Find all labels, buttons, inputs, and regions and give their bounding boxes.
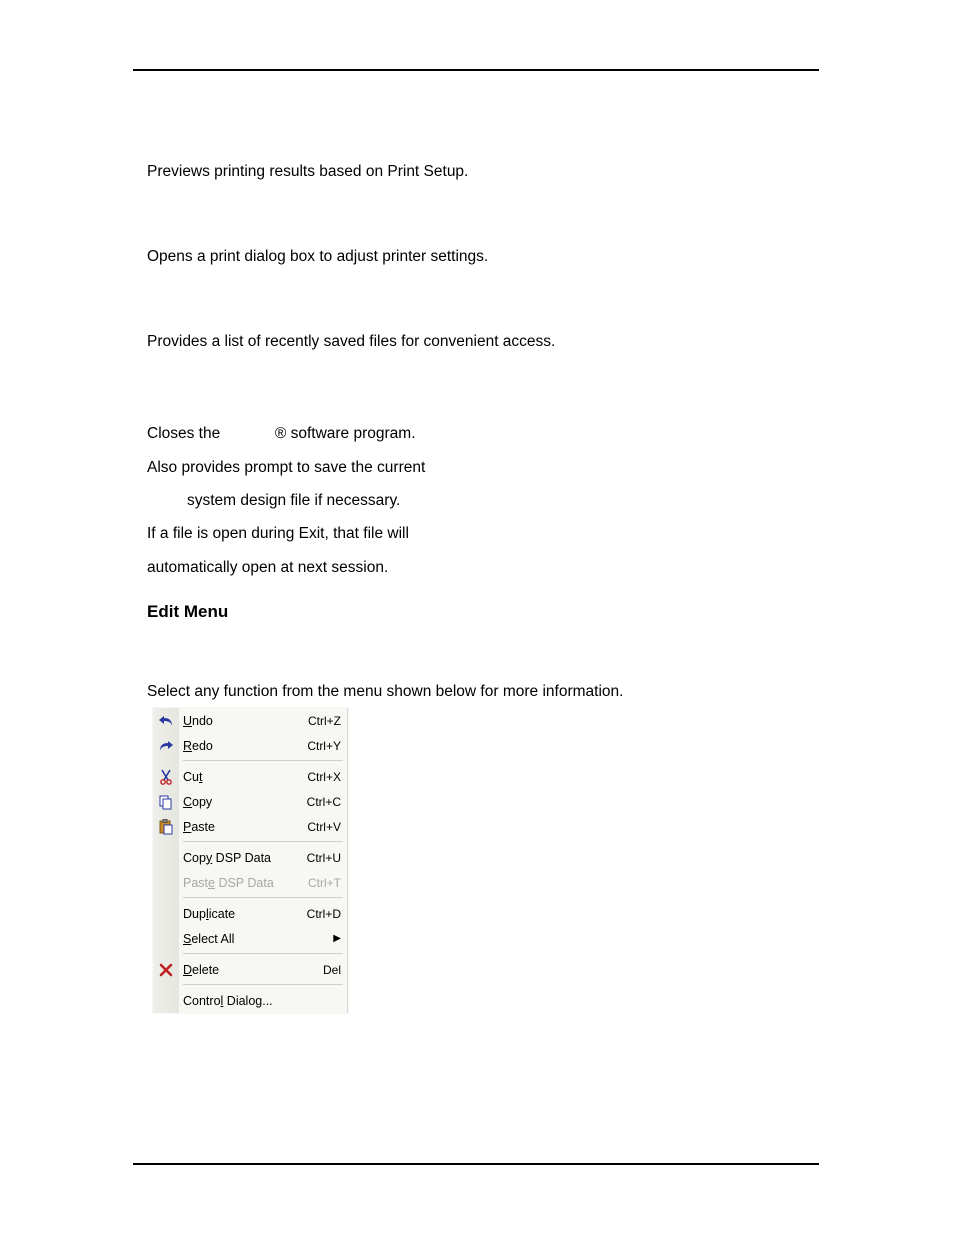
menu-label: Copy <box>183 795 307 809</box>
menu-item-cut[interactable]: Cut Ctrl+X <box>153 764 347 789</box>
menu-label: Delete <box>183 963 323 977</box>
menu-shortcut: Ctrl+Z <box>308 714 341 728</box>
top-rule <box>133 69 819 71</box>
menu-item-control-dialog[interactable]: Control Dialog... <box>153 988 347 1013</box>
menu-item-paste[interactable]: Paste Ctrl+V <box>153 814 347 839</box>
menu-label: Paste DSP Data <box>183 876 308 890</box>
menu-shortcut: Ctrl+X <box>307 770 341 784</box>
copy-icon <box>157 793 175 811</box>
redo-icon <box>157 737 175 755</box>
menu-shortcut: Ctrl+Y <box>307 739 341 753</box>
para-recent-files: Provides a list of recently saved files … <box>147 332 807 352</box>
menu-shortcut: Del <box>323 963 341 977</box>
menu-item-duplicate[interactable]: Duplicate Ctrl+D <box>153 901 347 926</box>
menu-shortcut: Ctrl+V <box>307 820 341 834</box>
edit-menu-heading: Edit Menu <box>147 602 807 622</box>
submenu-arrow-icon: ▶ <box>327 933 341 944</box>
menu-label: Copy DSP Data <box>183 851 307 865</box>
menu-label: Control Dialog... <box>183 994 341 1008</box>
paste-icon <box>157 818 175 836</box>
exit-line3: system design file if necessary. <box>147 484 807 517</box>
menu-shortcut: Ctrl+C <box>307 795 341 809</box>
menu-item-copy-dsp[interactable]: Copy DSP Data Ctrl+U <box>153 845 347 870</box>
exit-line5: automatically open at next session. <box>147 559 388 576</box>
menu-label: Cut <box>183 770 307 784</box>
edit-menu-intro: Select any function from the menu shown … <box>147 682 807 702</box>
exit-line4: If a file is open during Exit, that file… <box>147 525 409 542</box>
menu-label: Redo <box>183 739 307 753</box>
exit-line2: Also provides prompt to save the current <box>147 459 425 476</box>
cut-icon <box>157 768 175 786</box>
menu-item-undo[interactable]: Undo Ctrl+Z <box>153 708 347 733</box>
menu-label: Undo <box>183 714 308 728</box>
para-print-setup: Opens a print dialog box to adjust print… <box>147 247 807 267</box>
para-print-preview: Previews printing results based on Print… <box>147 162 807 182</box>
body-content: Previews printing results based on Print… <box>147 162 807 702</box>
exit-line1a: Closes the <box>147 425 225 442</box>
exit-line1b: ® software program. <box>275 425 416 442</box>
page: Previews printing results based on Print… <box>0 0 954 1235</box>
menu-label: Duplicate <box>183 907 307 921</box>
menu-shortcut: Ctrl+T <box>308 876 341 890</box>
menu-item-redo[interactable]: Redo Ctrl+Y <box>153 733 347 758</box>
menu-item-select-all[interactable]: Select All ▶ <box>153 926 347 951</box>
para-exit: Closes the ® software program. Also prov… <box>147 417 807 584</box>
menu-item-paste-dsp: Paste DSP Data Ctrl+T <box>153 870 347 895</box>
menu-item-copy[interactable]: Copy Ctrl+C <box>153 789 347 814</box>
bottom-rule <box>133 1163 819 1165</box>
menu-label: Paste <box>183 820 307 834</box>
menu-item-delete[interactable]: Delete Del <box>153 957 347 982</box>
edit-menu: Undo Ctrl+Z Redo Ctrl+Y Cut Ctrl+X Copy … <box>153 708 348 1013</box>
menu-shortcut: Ctrl+D <box>307 907 341 921</box>
undo-icon <box>157 712 175 730</box>
menu-label: Select All <box>183 932 327 946</box>
delete-icon <box>157 961 175 979</box>
menu-shortcut: Ctrl+U <box>307 851 341 865</box>
